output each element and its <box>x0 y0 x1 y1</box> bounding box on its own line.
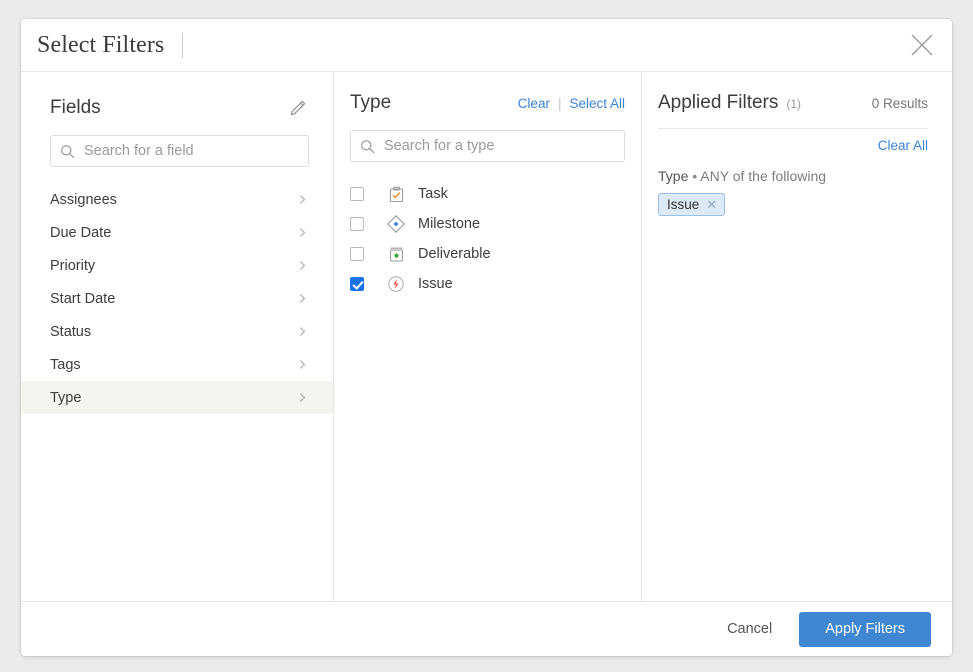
type-option-issue[interactable]: Issue <box>334 269 641 299</box>
applied-filters-panel: Applied Filters (1) 0 Results Clear All … <box>642 72 952 601</box>
applied-filters-title: Applied Filters <box>658 92 779 113</box>
field-label: Start Date <box>50 290 116 307</box>
type-panel-title: Type <box>350 92 392 113</box>
deliverable-box-star-icon <box>387 245 405 263</box>
field-label: Status <box>50 323 92 340</box>
checkbox-deliverable[interactable] <box>350 247 364 261</box>
checkbox-task[interactable] <box>350 187 364 201</box>
sidebar-item-type[interactable]: Type <box>21 381 333 414</box>
type-panel-header: Type Clear | Select All <box>334 72 641 124</box>
field-label: Assignees <box>50 191 117 208</box>
cancel-button[interactable]: Cancel <box>713 613 786 645</box>
task-clipboard-icon <box>387 185 405 203</box>
type-option-milestone[interactable]: Milestone <box>334 209 641 239</box>
checkbox-milestone[interactable] <box>350 217 364 231</box>
filter-chip-issue[interactable]: Issue ✕ <box>658 193 726 216</box>
field-label: Due Date <box>50 224 112 241</box>
fields-panel-header: Fields <box>21 72 333 124</box>
title-text-cursor <box>182 32 184 58</box>
type-option-label: Issue <box>418 276 453 292</box>
field-label: Type <box>50 389 82 406</box>
search-icon <box>60 144 75 159</box>
type-search-box[interactable] <box>350 130 625 162</box>
apply-filters-button[interactable]: Apply Filters <box>799 611 931 647</box>
type-option-task[interactable]: Task <box>334 179 641 209</box>
type-option-label: Milestone <box>418 216 481 232</box>
checkbox-issue[interactable] <box>350 277 364 291</box>
dialog-footer: Cancel Apply Filters <box>21 602 952 656</box>
clear-all-wrapper: Clear All <box>642 129 952 155</box>
applied-filters-count: (1) <box>786 97 802 111</box>
clear-button[interactable]: Clear <box>518 96 550 111</box>
clear-all-button[interactable]: Clear All <box>878 138 928 153</box>
type-search-wrapper <box>334 124 641 162</box>
close-icon[interactable] <box>905 28 939 62</box>
chevron-right-icon <box>296 292 309 305</box>
results-count: 0 Results <box>871 96 928 111</box>
sidebar-item-assignees[interactable]: Assignees <box>21 183 333 216</box>
dialog-body: Fields Search for a field Assignees Due … <box>21 72 952 602</box>
type-panel-actions: Clear | Select All <box>518 96 625 111</box>
dialog-header: Select Filters <box>21 19 952 72</box>
search-icon <box>360 139 375 154</box>
chevron-right-icon <box>296 391 309 404</box>
select-filters-dialog: Select Filters Fields Search for a field… <box>21 19 952 656</box>
pencil-icon[interactable] <box>285 96 309 120</box>
applied-filter-chips: Issue ✕ <box>642 184 952 216</box>
issue-bolt-icon <box>387 275 405 293</box>
action-separator: | <box>557 96 562 111</box>
close-icon[interactable]: ✕ <box>706 198 717 211</box>
type-panel: Type Clear | Select All Search for a typ… <box>334 72 642 601</box>
page-title: Select Filters <box>37 31 165 58</box>
chevron-right-icon <box>296 193 309 206</box>
fields-list: Assignees Due Date Priority Start Date S… <box>21 183 333 414</box>
search-input[interactable] <box>82 142 299 160</box>
fields-panel: Fields Search for a field Assignees Due … <box>21 72 334 601</box>
filter-group-bullet: • <box>692 168 698 184</box>
sidebar-item-start-date[interactable]: Start Date <box>21 282 333 315</box>
sidebar-item-tags[interactable]: Tags <box>21 348 333 381</box>
fields-search-box[interactable] <box>50 135 309 167</box>
chevron-right-icon <box>296 325 309 338</box>
type-search-input[interactable] <box>382 137 615 155</box>
filter-group-field: Type <box>658 168 689 184</box>
chip-label: Issue <box>667 197 700 212</box>
field-label: Priority <box>50 257 96 274</box>
milestone-diamond-icon <box>387 215 405 233</box>
fields-search-wrapper <box>21 124 333 167</box>
applied-filters-title-wrap: Applied Filters (1) <box>658 92 801 114</box>
type-option-label: Deliverable <box>418 246 491 262</box>
chevron-right-icon <box>296 259 309 272</box>
type-options-list: Task Milestone Deliverable Issue <box>334 179 641 299</box>
filter-group-label: Type • ANY of the following <box>642 155 952 184</box>
type-option-label: Task <box>418 186 448 202</box>
chevron-right-icon <box>296 358 309 371</box>
type-option-deliverable[interactable]: Deliverable <box>334 239 641 269</box>
field-label: Tags <box>50 356 81 373</box>
sidebar-item-priority[interactable]: Priority <box>21 249 333 282</box>
filter-group-condition: ANY of the following <box>700 168 827 184</box>
fields-panel-title: Fields <box>50 97 101 118</box>
sidebar-item-status[interactable]: Status <box>21 315 333 348</box>
sidebar-item-due-date[interactable]: Due Date <box>21 216 333 249</box>
applied-filters-header: Applied Filters (1) 0 Results <box>642 72 952 122</box>
chevron-right-icon <box>296 226 309 239</box>
select-all-button[interactable]: Select All <box>569 96 625 111</box>
